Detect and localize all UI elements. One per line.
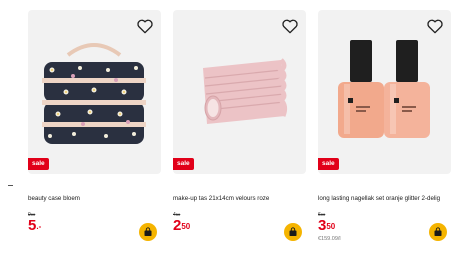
product-name[interactable]: long lasting nagellak set oranje glitter…	[318, 195, 451, 211]
product-name[interactable]: beauty case bloem	[28, 195, 161, 211]
wishlist-heart-icon[interactable]	[280, 16, 300, 36]
edge-marker	[8, 185, 13, 186]
price-block: 600 350 €159.09/l	[318, 212, 451, 242]
product-card[interactable]: sale make-up tas 21x14cm velours roze 45…	[173, 10, 306, 242]
product-image[interactable]: sale	[173, 10, 306, 174]
product-image[interactable]: sale	[318, 10, 451, 174]
shopping-bag-icon	[289, 227, 297, 236]
shopping-bag-icon	[144, 227, 152, 236]
product-name[interactable]: make-up tas 21x14cm velours roze	[173, 195, 306, 211]
product-image[interactable]: sale	[28, 10, 161, 174]
sale-badge: sale	[318, 158, 339, 170]
product-grid: sale beauty case bloem 900 5.- sale make…	[28, 10, 451, 242]
price-block: 450 250	[173, 212, 306, 242]
price-block: 900 5.-	[28, 212, 161, 242]
wishlist-heart-icon[interactable]	[425, 16, 445, 36]
sale-badge: sale	[173, 158, 194, 170]
product-card[interactable]: sale long lasting nagellak set oranje gl…	[318, 10, 451, 242]
add-to-cart-button[interactable]	[429, 223, 447, 241]
wishlist-heart-icon[interactable]	[135, 16, 155, 36]
product-card[interactable]: sale beauty case bloem 900 5.-	[28, 10, 161, 242]
add-to-cart-button[interactable]	[139, 223, 157, 241]
sale-badge: sale	[28, 158, 49, 170]
shopping-bag-icon	[434, 227, 442, 236]
add-to-cart-button[interactable]	[284, 223, 302, 241]
